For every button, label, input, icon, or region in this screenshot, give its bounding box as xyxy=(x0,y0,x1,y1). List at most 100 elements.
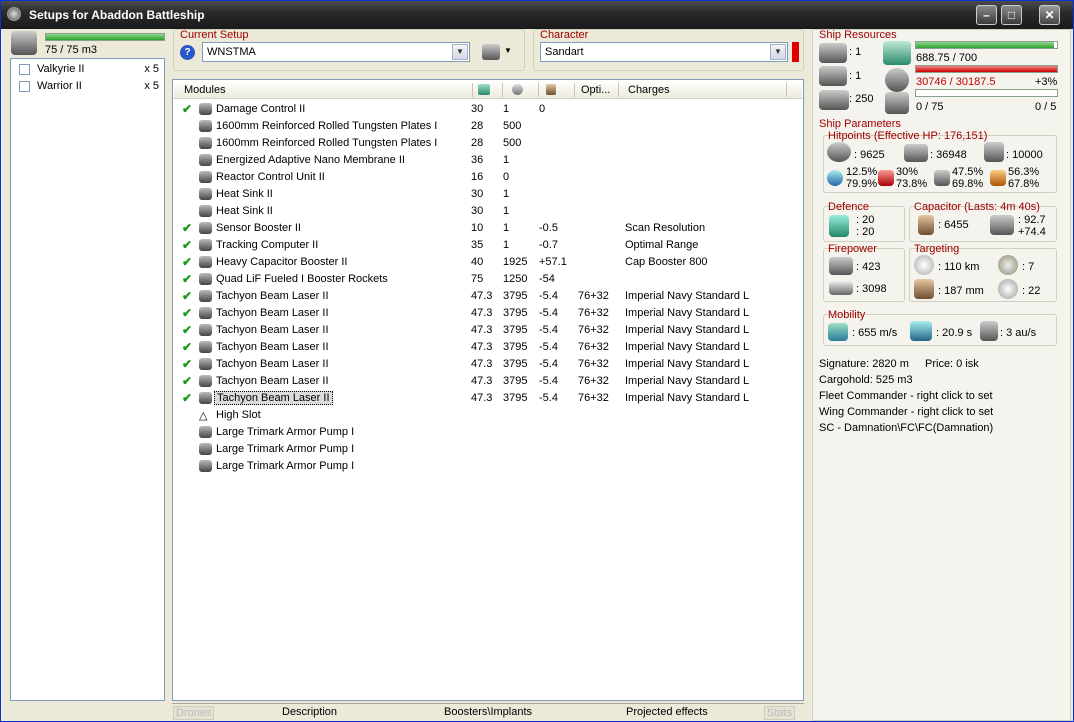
module-name: Quad LiF Fueled I Booster Rockets xyxy=(216,273,388,285)
armor-plate-icon xyxy=(199,137,212,149)
drone-qty: x 5 xyxy=(144,63,159,75)
minimize-button[interactable]: – xyxy=(976,5,997,25)
chevron-down-icon[interactable]: ▼ xyxy=(770,44,786,60)
turret-hardpoint-icon xyxy=(819,43,847,63)
module-row[interactable]: ✔ Sensor Booster II 10 1 -0.5 Scan Resolution xyxy=(174,220,802,237)
module-row[interactable]: Large Trimark Armor Pump I xyxy=(174,458,802,475)
structure-icon xyxy=(984,142,1004,162)
drone-bandwidth: 0 / 75 xyxy=(916,101,944,113)
character-select[interactable]: Sandart ▼ xyxy=(540,42,788,62)
tab-boosters-implants[interactable]: Boosters\Implants xyxy=(444,706,532,718)
module-row[interactable]: ✔ Tachyon Beam Laser II 47.3 3795 -5.4 76+32 I… xyxy=(174,356,802,373)
velocity-icon xyxy=(828,323,848,341)
laser-icon xyxy=(199,290,212,302)
module-charge: Scan Resolution xyxy=(625,222,706,234)
chevron-down-icon[interactable]: ▼ xyxy=(504,46,512,55)
targeting-title: Targeting xyxy=(914,243,960,255)
tab-projected-effects[interactable]: Projected effects xyxy=(626,706,708,718)
active-check-icon[interactable]: ✔ xyxy=(182,221,192,235)
app-icon[interactable] xyxy=(7,7,21,21)
cpu-column-icon[interactable] xyxy=(478,84,490,95)
active-check-icon[interactable]: ✔ xyxy=(182,238,192,252)
module-row[interactable]: ✔ Tachyon Beam Laser II 47.3 3795 -5.4 76+32 I… xyxy=(174,373,802,390)
powergrid-extra: +3% xyxy=(1035,76,1058,88)
drone-checkbox[interactable] xyxy=(19,81,30,92)
module-cpu: 36 xyxy=(471,154,484,166)
velocity: : 655 m/s xyxy=(852,327,898,339)
module-row[interactable]: Large Trimark Armor Pump I xyxy=(174,424,802,441)
module-row[interactable]: ✔ Tachyon Beam Laser II 47.3 3795 -5.4 76+32 I… xyxy=(174,288,802,305)
title-bar[interactable]: Setups for Abaddon Battleship – □ ✕ xyxy=(1,1,1073,29)
em-resist: 12.5% 79.9% xyxy=(846,166,878,190)
active-check-icon[interactable]: ✔ xyxy=(182,306,192,320)
capacitor-column-icon[interactable] xyxy=(546,84,556,95)
drone-list[interactable]: Valkyrie II x 5 Warrior II x 5 xyxy=(10,58,165,701)
damage-control-icon xyxy=(199,103,212,115)
drone-bay-bar xyxy=(45,33,165,41)
ship-menu-icon[interactable] xyxy=(482,44,500,60)
current-setup-group: Current Setup ? WNSTMA ▼ ▼ xyxy=(173,29,525,71)
active-check-icon[interactable]: ✔ xyxy=(182,391,192,405)
module-capacitor: -5.4 xyxy=(539,341,558,353)
wing-commander[interactable]: Wing Commander - right click to set xyxy=(819,406,993,418)
col-optimal[interactable]: Opti... xyxy=(581,84,610,96)
tab-drones[interactable]: Drones xyxy=(173,706,215,720)
character-label: Character xyxy=(540,29,589,41)
max-targets-icon xyxy=(998,255,1018,275)
module-row[interactable]: Heat Sink II 30 1 xyxy=(174,203,802,220)
close-button[interactable]: ✕ xyxy=(1039,5,1060,25)
module-powergrid: 500 xyxy=(503,120,522,132)
character-value: Sandart xyxy=(545,46,584,58)
module-row[interactable]: Energized Adaptive Nano Membrane II 36 1 xyxy=(174,152,802,169)
hitpoints-group: Hitpoints (Effective HP: 176,151) : 9625… xyxy=(823,130,1057,193)
squad-commander[interactable]: SC - Damnation\FC\FC(Damnation) xyxy=(819,422,993,434)
target-range-icon xyxy=(914,255,934,275)
laser-icon xyxy=(199,392,212,404)
module-charge: Imperial Navy Standard L xyxy=(625,341,750,353)
active-check-icon[interactable]: ✔ xyxy=(182,289,192,303)
module-row[interactable]: Reactor Control Unit II 16 0 xyxy=(174,169,802,186)
col-modules[interactable]: Modules xyxy=(184,84,226,96)
module-row[interactable]: ✔ Tachyon Beam Laser II 47.3 3795 -5.4 76+32 I… xyxy=(174,322,802,339)
firepower-title: Firepower xyxy=(828,243,877,255)
tab-stats[interactable]: Stats xyxy=(764,706,796,720)
module-cpu: 30 xyxy=(471,205,484,217)
fleet-commander[interactable]: Fleet Commander - right click to set xyxy=(819,390,993,402)
powergrid-column-icon[interactable] xyxy=(512,84,523,95)
active-check-icon[interactable]: ✔ xyxy=(182,357,192,371)
module-row[interactable]: ✔ Tachyon Beam Laser II 47.3 3795 -5.4 76+32 I… xyxy=(174,390,802,407)
active-check-icon[interactable]: ✔ xyxy=(182,323,192,337)
module-row[interactable]: 1600mm Reinforced Rolled Tungsten Plates… xyxy=(174,135,802,152)
module-row[interactable]: 1600mm Reinforced Rolled Tungsten Plates… xyxy=(174,118,802,135)
module-row[interactable]: Large Trimark Armor Pump I xyxy=(174,441,802,458)
col-charges[interactable]: Charges xyxy=(628,84,670,96)
drone-checkbox[interactable] xyxy=(19,64,30,75)
modules-list[interactable]: Modules Opti... Charges ✔ Damage Control … xyxy=(172,79,804,701)
setups-window: Setups for Abaddon Battleship – □ ✕ 75 /… xyxy=(0,0,1074,722)
help-icon[interactable]: ? xyxy=(180,45,195,60)
active-check-icon[interactable]: ✔ xyxy=(182,272,192,286)
chevron-down-icon[interactable]: ▼ xyxy=(452,44,468,60)
active-check-icon[interactable]: ✔ xyxy=(182,374,192,388)
module-optimal: 76+32 xyxy=(578,392,609,404)
module-row[interactable]: ✔ Damage Control II 30 1 0 xyxy=(174,101,802,118)
active-check-icon[interactable]: ✔ xyxy=(182,255,192,269)
module-powergrid: 3795 xyxy=(503,358,528,370)
drone-item[interactable]: Warrior II x 5 xyxy=(13,79,163,95)
active-check-icon[interactable]: ✔ xyxy=(182,340,192,354)
tab-description[interactable]: Description xyxy=(282,706,337,718)
module-charge: Imperial Navy Standard L xyxy=(625,290,750,302)
module-row[interactable]: ✔ Tachyon Beam Laser II 47.3 3795 -5.4 76+32 I… xyxy=(174,339,802,356)
module-row[interactable]: ✔ Tachyon Beam Laser II 47.3 3795 -5.4 76+32 I… xyxy=(174,305,802,322)
module-row[interactable]: ✔ Quad LiF Fueled I Booster Rockets 75 1250… xyxy=(174,271,802,288)
drone-item[interactable]: Valkyrie II x 5 xyxy=(13,62,163,78)
module-row[interactable]: ✔ Tracking Computer II 35 1 -0.7 Optimal Rang… xyxy=(174,237,802,254)
module-row[interactable]: △ High Slot xyxy=(174,407,802,424)
active-check-icon[interactable]: ✔ xyxy=(182,102,192,116)
module-row[interactable]: ✔ Heavy Capacitor Booster II 40 1925 +57.1 Ca… xyxy=(174,254,802,271)
module-capacitor: -54 xyxy=(539,273,555,285)
setup-select[interactable]: WNSTMA ▼ xyxy=(202,42,470,62)
module-row[interactable]: Heat Sink II 30 1 xyxy=(174,186,802,203)
drone-qty: x 5 xyxy=(144,80,159,92)
maximize-button[interactable]: □ xyxy=(1001,5,1022,25)
